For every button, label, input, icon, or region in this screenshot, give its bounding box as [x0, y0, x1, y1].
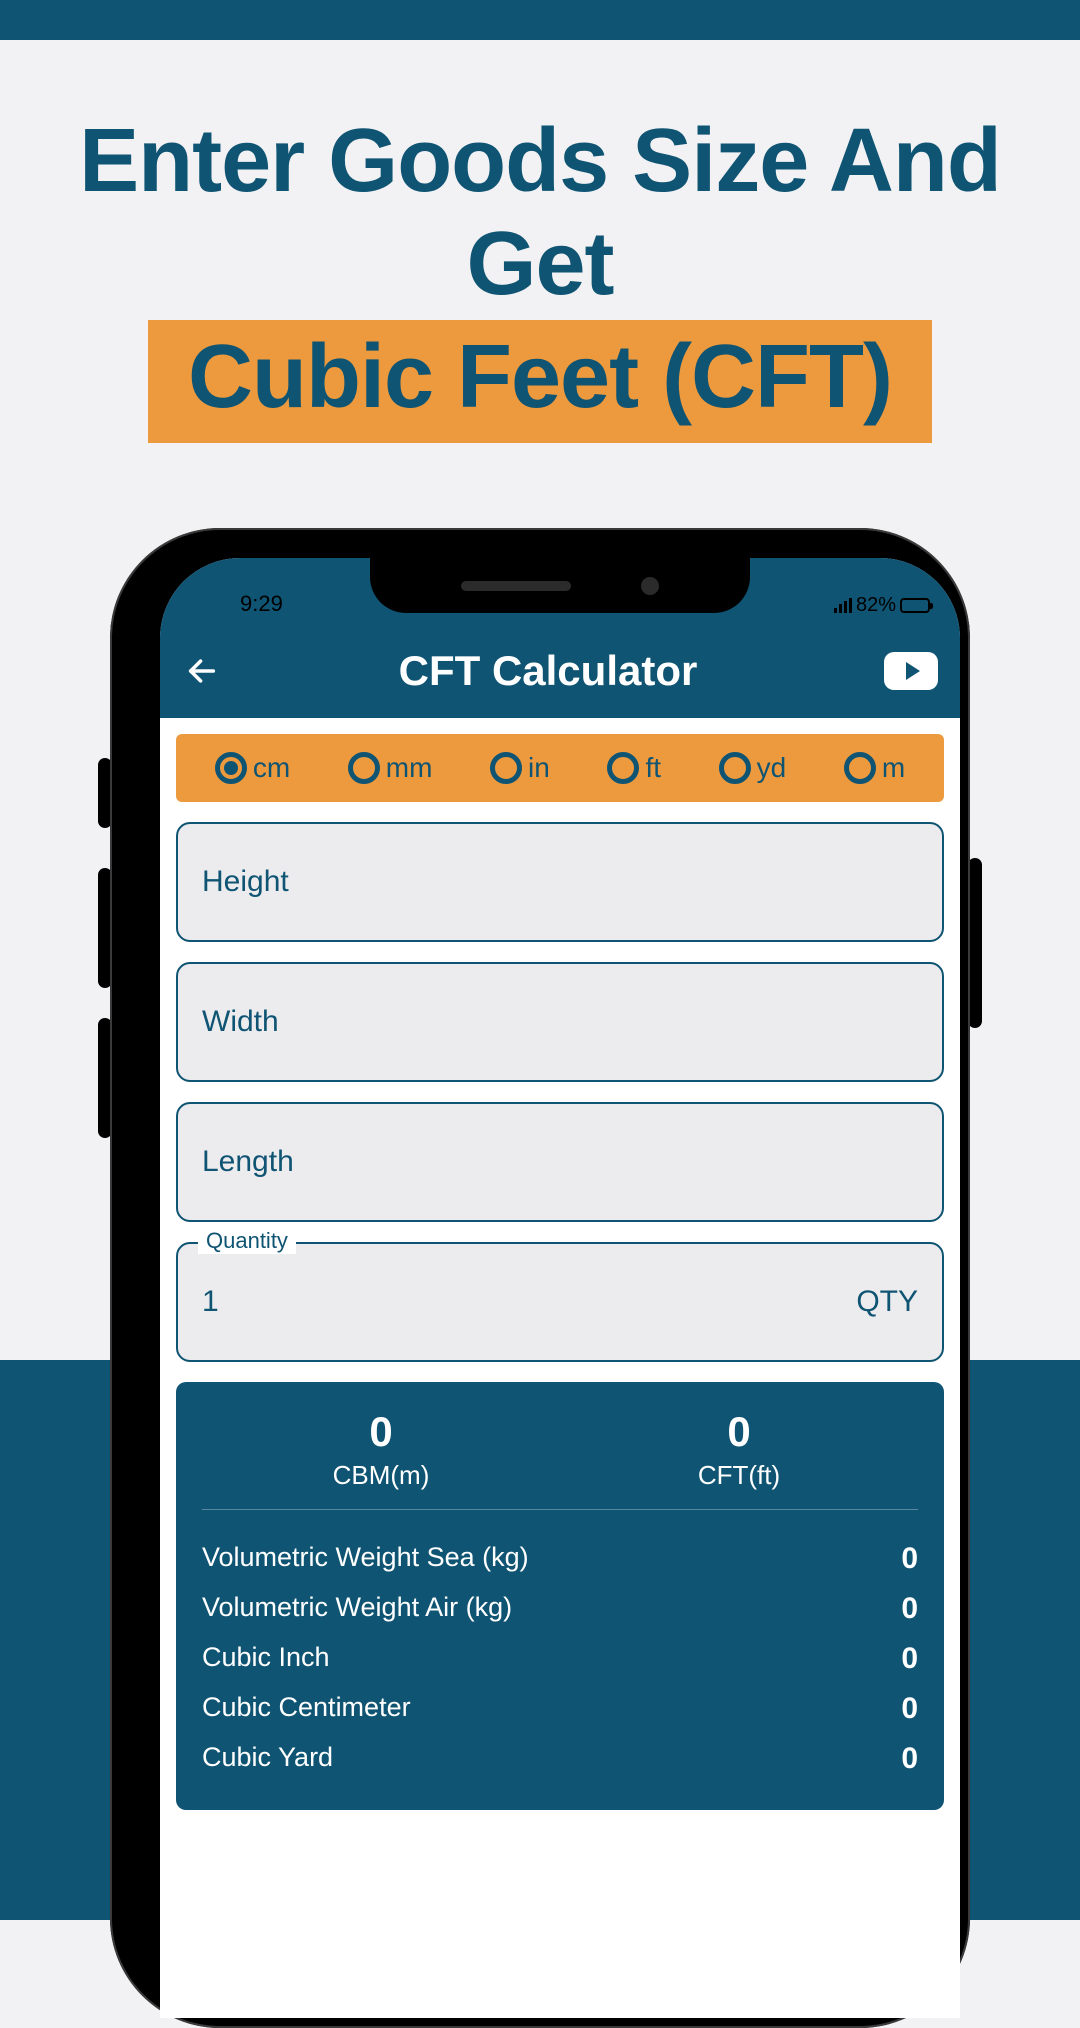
- promo-headline: Enter Goods Size And Get Cubic Feet (CFT…: [0, 110, 1080, 443]
- input-placeholder: Length: [202, 1145, 294, 1179]
- quantity-legend: Quantity: [198, 1228, 296, 1254]
- quantity-suffix: QTY: [856, 1285, 918, 1319]
- app-content: cm mm in ft: [160, 718, 960, 1810]
- signal-icon: [834, 598, 852, 613]
- phone-body: 9:29 82% CFT Calculator cm: [110, 528, 970, 2028]
- promo-top-bar: [0, 0, 1080, 40]
- quantity-field-wrap: Quantity 1 QTY: [176, 1242, 944, 1362]
- cft-label: CFT(ft): [560, 1460, 918, 1491]
- unit-selector: cm mm in ft: [176, 734, 944, 802]
- unit-label: ft: [645, 752, 661, 784]
- radio-icon: [844, 752, 876, 784]
- headline-line2: Cubic Feet (CFT): [148, 320, 932, 443]
- length-input[interactable]: Length: [176, 1102, 944, 1222]
- result-row: Cubic Centimeter 0: [202, 1684, 918, 1734]
- result-value: 0: [901, 1592, 918, 1626]
- phone-notch: [370, 558, 750, 613]
- cbm-value: 0: [202, 1408, 560, 1456]
- result-value: 0: [901, 1742, 918, 1776]
- result-row: Volumetric Weight Air (kg) 0: [202, 1584, 918, 1634]
- cbm-result: 0 CBM(m): [202, 1408, 560, 1491]
- results-summary: 0 CBM(m) 0 CFT(ft): [202, 1408, 918, 1510]
- phone-screen: 9:29 82% CFT Calculator cm: [160, 558, 960, 2018]
- result-row: Cubic Inch 0: [202, 1634, 918, 1684]
- unit-label: mm: [386, 752, 433, 784]
- input-placeholder: Width: [202, 1005, 279, 1039]
- radio-icon: [719, 752, 751, 784]
- battery-icon: [900, 598, 930, 613]
- headline-line1: Enter Goods Size And Get: [0, 110, 1080, 316]
- result-label: Volumetric Weight Sea (kg): [202, 1542, 529, 1576]
- result-value: 0: [901, 1692, 918, 1726]
- cft-result: 0 CFT(ft): [560, 1408, 918, 1491]
- app-title: CFT Calculator: [212, 647, 884, 695]
- result-row: Cubic Yard 0: [202, 1734, 918, 1784]
- radio-icon: [607, 752, 639, 784]
- unit-label: in: [528, 752, 550, 784]
- unit-label: yd: [757, 752, 787, 784]
- result-label: Cubic Centimeter: [202, 1692, 411, 1726]
- status-battery: 82%: [834, 594, 930, 617]
- unit-label: m: [882, 752, 905, 784]
- cft-value: 0: [560, 1408, 918, 1456]
- unit-option-in[interactable]: in: [490, 752, 550, 784]
- unit-option-m[interactable]: m: [844, 752, 905, 784]
- result-label: Cubic Yard: [202, 1742, 333, 1776]
- unit-option-cm[interactable]: cm: [215, 752, 290, 784]
- app-header: CFT Calculator: [160, 623, 960, 718]
- battery-pct: 82%: [856, 594, 896, 617]
- unit-option-yd[interactable]: yd: [719, 752, 787, 784]
- result-value: 0: [901, 1642, 918, 1676]
- quantity-value: 1: [202, 1285, 219, 1319]
- quantity-input[interactable]: 1 QTY: [176, 1242, 944, 1362]
- height-input[interactable]: Height: [176, 822, 944, 942]
- result-row: Volumetric Weight Sea (kg) 0: [202, 1534, 918, 1584]
- phone-mockup: 9:29 82% CFT Calculator cm: [90, 528, 990, 2028]
- unit-option-mm[interactable]: mm: [348, 752, 433, 784]
- input-placeholder: Height: [202, 865, 289, 899]
- cbm-label: CBM(m): [202, 1460, 560, 1491]
- results-panel: 0 CBM(m) 0 CFT(ft) Volumetric Weight Sea…: [176, 1382, 944, 1810]
- unit-option-ft[interactable]: ft: [607, 752, 661, 784]
- radio-icon: [490, 752, 522, 784]
- radio-icon: [348, 752, 380, 784]
- status-time: 9:29: [240, 591, 283, 617]
- result-label: Cubic Inch: [202, 1642, 330, 1676]
- radio-icon: [215, 752, 247, 784]
- result-value: 0: [901, 1542, 918, 1576]
- video-help-button[interactable]: [884, 652, 938, 690]
- unit-label: cm: [253, 752, 290, 784]
- phone-side-button: [968, 858, 982, 1028]
- result-label: Volumetric Weight Air (kg): [202, 1592, 512, 1626]
- width-input[interactable]: Width: [176, 962, 944, 1082]
